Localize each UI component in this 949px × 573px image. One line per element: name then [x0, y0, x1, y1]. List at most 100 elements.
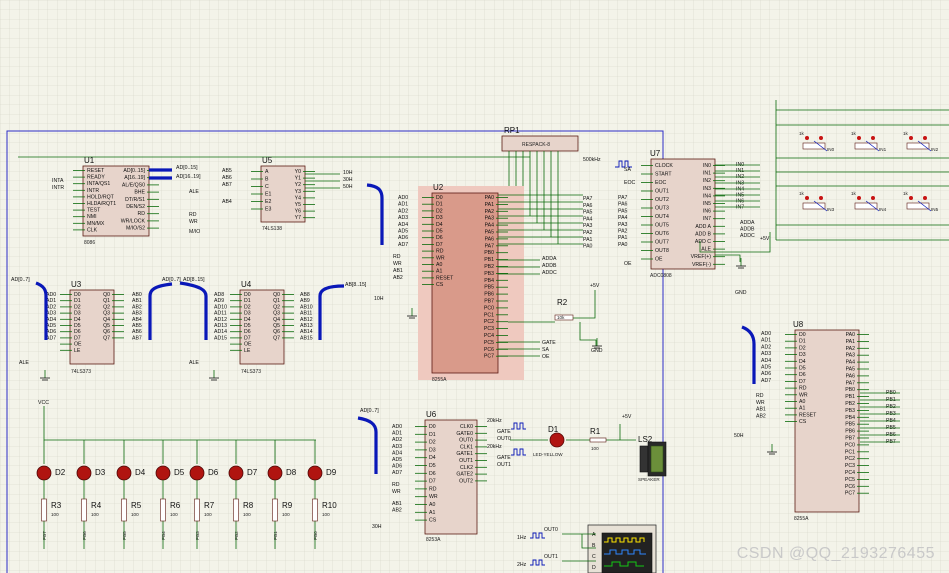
pin-label: Q5 — [273, 323, 280, 329]
pin-label: M/IO/S2 — [126, 226, 145, 232]
pot-body — [854, 202, 878, 210]
u4-out-label: AB13 — [300, 323, 313, 329]
pin-label: D6 — [244, 329, 251, 335]
u2-in-label: AD3 — [398, 215, 408, 221]
pin-label: CS — [429, 518, 437, 524]
pin-label: AL/E/QS0 — [122, 182, 145, 188]
pot-value: 1k — [851, 191, 857, 196]
pin-label: PB2 — [484, 264, 494, 270]
r1-ref: R1 — [590, 427, 601, 436]
pin-label: IN0 — [703, 163, 711, 169]
u7-in-label: PA1 — [618, 235, 628, 241]
u2-in-label: AD0 — [398, 195, 408, 201]
pin-label: DT/R/S1 — [125, 197, 145, 203]
pin-label: Q2 — [103, 304, 110, 310]
u3-out-label: AB0 — [132, 292, 142, 298]
u8-in-label: AD0 — [761, 331, 771, 337]
pin-label: Q4 — [103, 317, 110, 323]
u3-out-label: AB5 — [132, 323, 142, 329]
u8-in-label: 50H — [734, 433, 744, 439]
pin-label: A1 — [436, 269, 442, 275]
u4-out-label: AB11 — [300, 311, 312, 317]
pin-label: B — [265, 177, 269, 183]
pin-label: WR/LOCK — [121, 218, 146, 224]
u6-out-label: OUT0 — [497, 436, 511, 442]
resistor-body — [121, 498, 127, 522]
pin-label: Y7 — [295, 215, 301, 221]
pin-label: E3 — [265, 207, 271, 213]
u6-out-label: GATE — [497, 429, 511, 435]
pot-value: 1k — [851, 131, 857, 136]
pin-label: OUT7 — [655, 240, 669, 246]
pin-label: PA6 — [485, 236, 495, 242]
pin-label: PB0 — [845, 387, 855, 393]
u8-in-label: AD3 — [761, 351, 771, 357]
pin-label: WR — [436, 255, 445, 261]
pot-terminal — [819, 196, 823, 200]
u2-in-label: AB1 — [393, 268, 403, 274]
pin-label: D2 — [244, 304, 251, 310]
scope-channel-label: A — [592, 532, 596, 538]
pin-label: LE — [74, 348, 81, 354]
pin-label: START — [655, 172, 672, 178]
pin-label: RESET — [87, 168, 105, 174]
u4-in-label: AD12 — [214, 317, 227, 323]
pin-label: D4 — [74, 317, 81, 323]
u4-out-label: AB10 — [300, 304, 313, 310]
pin-label: Y2 — [295, 182, 301, 188]
resistor-net-label: PB4 — [161, 531, 166, 540]
pin-label: PC7 — [484, 354, 494, 360]
pin-label: OUT5 — [655, 223, 669, 229]
scope-source-freq: 1Hz — [517, 535, 527, 541]
pin-label: C — [265, 184, 269, 190]
u1-in-label: INTA — [52, 178, 64, 184]
pin-label: PB5 — [845, 422, 855, 428]
u4-out-label: AB14 — [300, 329, 313, 335]
schematic-canvas[interactable]: U1 8086 RESETREADYINTA/QS1INTRHOLD/RQTHL… — [0, 0, 949, 573]
led-body — [155, 465, 171, 481]
u2-in-label: AB2 — [393, 275, 403, 281]
u7-out-label: IN5 — [736, 193, 744, 199]
u8-in-label: AD5 — [761, 365, 771, 371]
pin-label: D1 — [436, 202, 443, 208]
led-ref: D7 — [247, 468, 258, 477]
pin-label: OUT6 — [655, 231, 669, 237]
u6-out-label: GATE — [497, 455, 511, 461]
u5-in-label: AB6 — [222, 175, 232, 181]
pin-label: Y6 — [295, 209, 301, 215]
resistor-value: 100 — [243, 512, 251, 517]
resistor-ref: R6 — [170, 501, 181, 510]
r1-value: 100 — [591, 446, 599, 451]
pin-label: A1 — [799, 406, 805, 412]
pin-label: OUT1 — [655, 189, 669, 195]
pin-label: Y4 — [295, 195, 301, 201]
pot-terminal — [909, 196, 913, 200]
pin-label: OE — [244, 342, 252, 348]
ls2-type: SPEAKER — [638, 477, 660, 482]
u6-type: 8253A — [426, 537, 441, 543]
rp1-type: RESPACK-8 — [522, 142, 550, 148]
pin-label: EOC — [655, 180, 666, 186]
u2-out-label: PA7 — [583, 196, 593, 202]
pin-label: Q3 — [103, 311, 110, 317]
pin-label: RESET — [436, 275, 454, 281]
pin-label: AD[0..15] — [123, 168, 145, 174]
u8-type: 8255A — [794, 516, 809, 522]
resistor-net-label: PB6 — [82, 531, 87, 540]
ls2-ref: LS2 — [638, 435, 653, 444]
pin-label: VREF(-) — [692, 262, 711, 268]
pin-label: E2 — [265, 199, 271, 205]
pin-label: D1 — [799, 339, 806, 345]
u4-type: 74LS373 — [241, 369, 261, 375]
u8-in-label: AD4 — [761, 358, 771, 364]
pin-label: D6 — [74, 329, 81, 335]
u5-type: 74LS138 — [262, 226, 282, 232]
u4-ref: U4 — [241, 280, 252, 289]
u2-in-label: WR — [393, 261, 402, 267]
pin-label: PC4 — [845, 470, 855, 476]
resistor-body — [233, 498, 239, 522]
pin-label: PC1 — [845, 449, 855, 455]
u1-out-label: AD[0..15] — [176, 165, 198, 171]
u7-type: ADC0808 — [650, 273, 672, 279]
resistor-value: 100 — [204, 512, 212, 517]
